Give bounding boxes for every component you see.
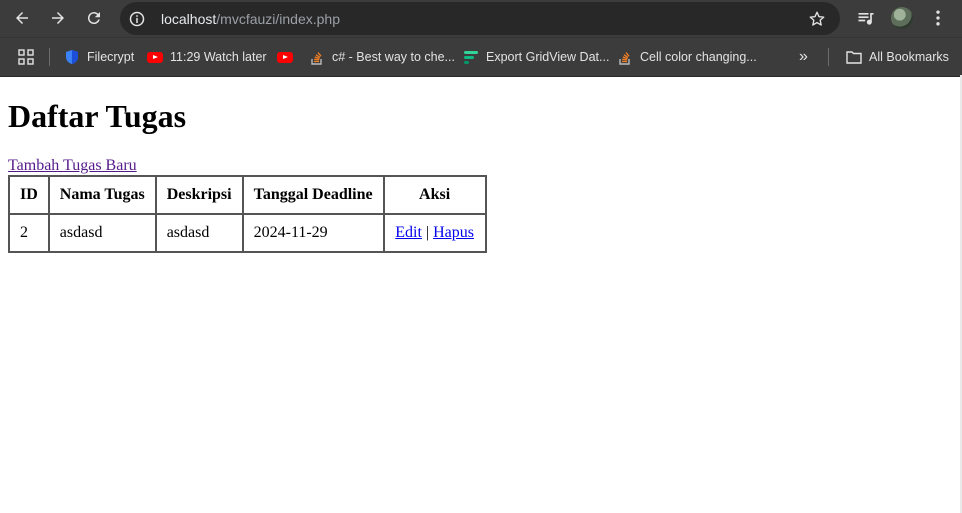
bookmark-label: 11:29 Watch later [170,50,267,64]
folder-icon [846,49,862,65]
arrow-left-icon [16,12,28,24]
media-queue-icon[interactable] [856,8,876,28]
youtube-icon [147,49,163,65]
column-header-nama-tugas: Nama Tugas [47,175,157,215]
cell-id: 2 [8,213,50,253]
stackoverflow-icon [309,49,325,65]
bookmark-export-gridview[interactable]: Export GridView Dat... [463,48,609,66]
profile-avatar[interactable] [891,7,913,29]
column-header-id: ID [8,175,50,215]
apps-button[interactable] [18,48,34,66]
chevron-double-right-icon: » [799,48,808,65]
all-bookmarks-button[interactable]: All Bookmarks [846,48,949,66]
reload-icon [87,12,100,25]
cell-tanggal-deadline: 2024-11-29 [241,213,385,253]
bookmark-cell-color[interactable]: Cell color changing... [617,48,757,66]
bookmark-label: Cell color changing... [640,50,757,64]
cell-aksi: Edit | Hapus [382,213,487,253]
forward-button[interactable] [40,0,76,36]
page-title: Daftar Tugas [8,98,187,134]
column-header-tanggal-deadline: Tanggal Deadline [241,175,385,215]
bookmark-youtube[interactable] [277,48,300,66]
delete-link[interactable]: Hapus [433,224,474,241]
bookmark-star-icon[interactable] [808,10,826,28]
address-bar[interactable]: localhost/mvcfauzi/index.php [120,2,840,35]
add-task-link[interactable]: Tambah Tugas Baru [8,157,137,175]
table-row: 2 asdasd asdasd 2024-11-29 Edit | Hapus [8,213,487,253]
url-host: localhost [161,10,217,27]
column-header-aksi: Aksi [382,175,487,215]
url-path: /mvcfauzi/index.php [216,10,340,27]
browser-toolbar: localhost/mvcfauzi/index.php [0,0,962,37]
youtube-icon [277,49,293,65]
table-header-row: ID Nama Tugas Deskripsi Tanggal Deadline… [8,175,487,215]
task-table: ID Nama Tugas Deskripsi Tanggal Deadline… [8,175,487,253]
cell-nama-tugas: asdasd [47,213,157,253]
stackoverflow-icon [617,49,633,65]
bookmark-filecrypt[interactable]: Filecrypt [64,48,134,66]
menu-kebab-icon[interactable] [928,8,948,28]
bars-icon [463,49,479,65]
bookmark-label: Export GridView Dat... [486,50,610,64]
bookmark-label: Filecrypt [87,50,135,64]
bookmark-stackoverflow-csharp[interactable]: c# - Best way to che... [309,48,455,66]
reload-button[interactable] [76,0,112,36]
bookmark-watch-later[interactable]: 11:29 Watch later [147,48,267,66]
bookmarks-overflow-button[interactable]: » [799,48,808,66]
shield-icon [64,49,80,65]
url-text[interactable]: localhost/mvcfauzi/index.php [161,11,340,27]
action-separator: | [425,224,430,241]
edit-link[interactable]: Edit [395,224,422,241]
bookmarks-divider [49,48,50,66]
back-button[interactable] [4,0,40,36]
bookmarks-bar: Filecrypt 11:29 Watch later c# - Best wa… [0,37,962,77]
apps-grid-icon [18,49,34,65]
column-header-deskripsi: Deskripsi [154,175,244,215]
all-bookmarks-label: All Bookmarks [869,50,949,64]
site-info-icon[interactable] [125,7,149,31]
bookmarks-divider [828,48,829,66]
cell-deskripsi: asdasd [154,213,244,253]
arrow-right-icon [52,12,64,24]
bookmark-label: c# - Best way to che... [332,50,455,64]
